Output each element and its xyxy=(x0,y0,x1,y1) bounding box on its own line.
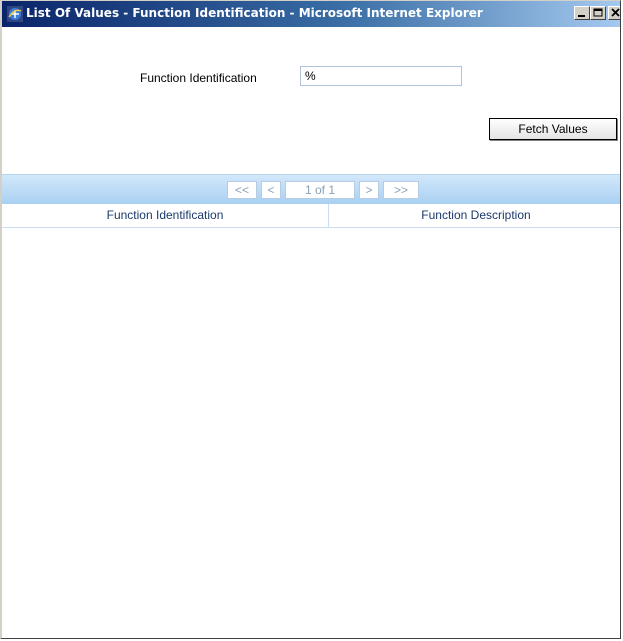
first-page-button[interactable]: << xyxy=(227,181,257,199)
pagination-bar: << < 1 of 1 > >> xyxy=(2,174,620,204)
table-header: Function Identification Function Descrip… xyxy=(2,204,620,228)
fetch-values-button[interactable]: Fetch Values xyxy=(489,118,617,140)
close-button[interactable] xyxy=(608,6,620,20)
maximize-icon xyxy=(593,8,603,17)
close-icon xyxy=(611,8,620,17)
lov-window: List Of Values - Function Identification… xyxy=(0,0,621,639)
minimize-icon xyxy=(578,15,585,17)
function-identification-input[interactable] xyxy=(300,66,462,86)
function-identification-label: Function Identification xyxy=(140,71,257,85)
next-page-button[interactable]: > xyxy=(359,181,379,199)
minimize-button[interactable] xyxy=(574,6,590,20)
lov-content: Function Identification Fetch Values << … xyxy=(2,27,620,638)
internet-explorer-icon xyxy=(7,6,23,22)
column-header-function-description[interactable]: Function Description xyxy=(329,204,620,227)
page-indicator: 1 of 1 xyxy=(285,181,355,199)
window-title: List Of Values - Function Identification… xyxy=(26,6,483,20)
maximize-button[interactable] xyxy=(590,6,606,20)
previous-page-button[interactable]: < xyxy=(261,181,281,199)
results-table-body xyxy=(2,228,620,638)
title-bar[interactable]: List Of Values - Function Identification… xyxy=(2,1,620,27)
column-header-function-identification[interactable]: Function Identification xyxy=(2,204,329,227)
last-page-button[interactable]: >> xyxy=(383,181,419,199)
